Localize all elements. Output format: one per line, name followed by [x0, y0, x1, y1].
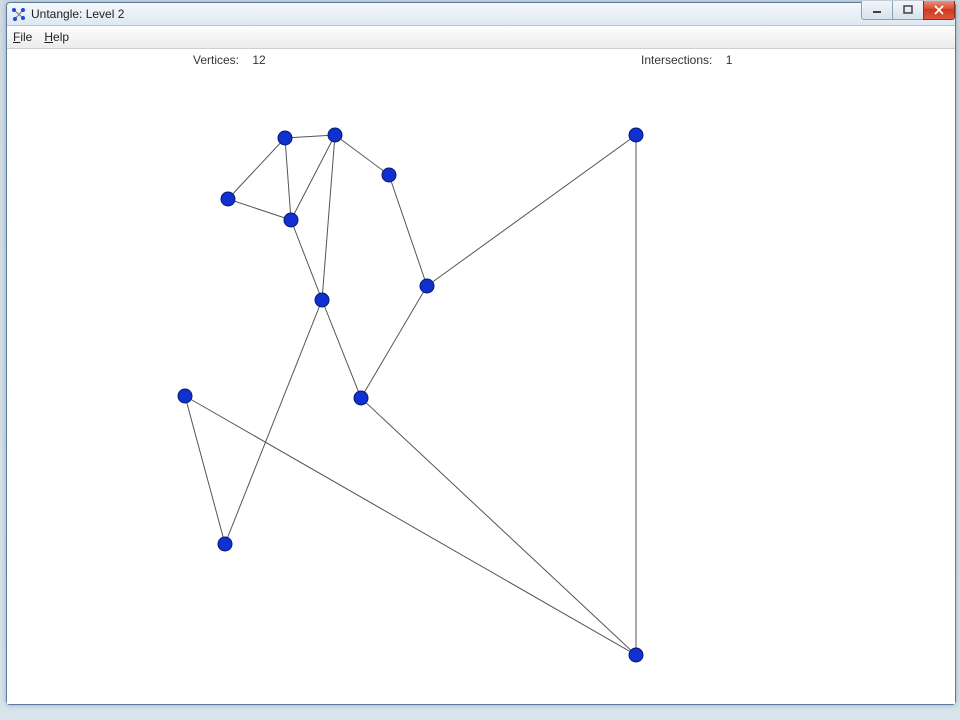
graph-vertex[interactable]	[284, 213, 298, 227]
graph-vertex[interactable]	[218, 537, 232, 551]
graph-edge	[228, 199, 291, 220]
graph-vertex[interactable]	[420, 279, 434, 293]
graph-edge	[291, 135, 335, 220]
window-controls	[862, 1, 955, 20]
menu-help[interactable]: Help	[44, 30, 69, 44]
graph-edge	[389, 175, 427, 286]
menu-file-rest: ile	[20, 30, 32, 44]
vertices-value: 12	[252, 53, 265, 67]
graph-edge	[185, 396, 225, 544]
graph-vertex[interactable]	[178, 389, 192, 403]
graph-edge	[285, 138, 291, 220]
graph-vertex[interactable]	[221, 192, 235, 206]
close-icon	[934, 5, 944, 15]
graph-vertex[interactable]	[328, 128, 342, 142]
graph-edge	[427, 135, 636, 286]
menubar: File Help	[7, 26, 955, 49]
menu-file[interactable]: File	[13, 30, 32, 44]
graph-edge	[185, 396, 636, 655]
graph-vertex[interactable]	[629, 128, 643, 142]
maximize-icon	[903, 5, 913, 15]
minimize-button[interactable]	[861, 1, 893, 20]
graph-vertex[interactable]	[629, 648, 643, 662]
graph-edge	[335, 135, 389, 175]
intersections-value: 1	[726, 53, 733, 67]
close-button[interactable]	[923, 1, 955, 20]
titlebar[interactable]: Untangle: Level 2	[7, 3, 955, 26]
app-window: Untangle: Level 2 File Help	[6, 2, 956, 705]
vertices-label: Vertices:	[193, 53, 239, 67]
graph-vertex[interactable]	[382, 168, 396, 182]
graph-edge	[361, 398, 636, 655]
graph-edge	[361, 286, 427, 398]
status-row: Vertices: 12 Intersections: 1	[7, 49, 955, 71]
graph-edge	[322, 135, 335, 300]
intersections-readout: Intersections: 1	[641, 53, 732, 67]
maximize-button[interactable]	[892, 1, 924, 20]
menu-help-rest: elp	[53, 30, 69, 44]
vertices-readout: Vertices: 12	[193, 53, 266, 67]
graph-edge	[285, 135, 335, 138]
graph-edge	[228, 138, 285, 199]
app-icon	[11, 6, 27, 22]
graph-vertex[interactable]	[315, 293, 329, 307]
graph-vertex[interactable]	[354, 391, 368, 405]
graph-edge	[322, 300, 361, 398]
window-title: Untangle: Level 2	[31, 7, 124, 21]
graph-edge	[291, 220, 322, 300]
graph-canvas[interactable]	[7, 71, 955, 704]
graph-svg	[7, 71, 955, 704]
intersections-label: Intersections:	[641, 53, 712, 67]
graph-edge	[225, 300, 322, 544]
minimize-icon	[872, 5, 882, 15]
graph-vertex[interactable]	[278, 131, 292, 145]
